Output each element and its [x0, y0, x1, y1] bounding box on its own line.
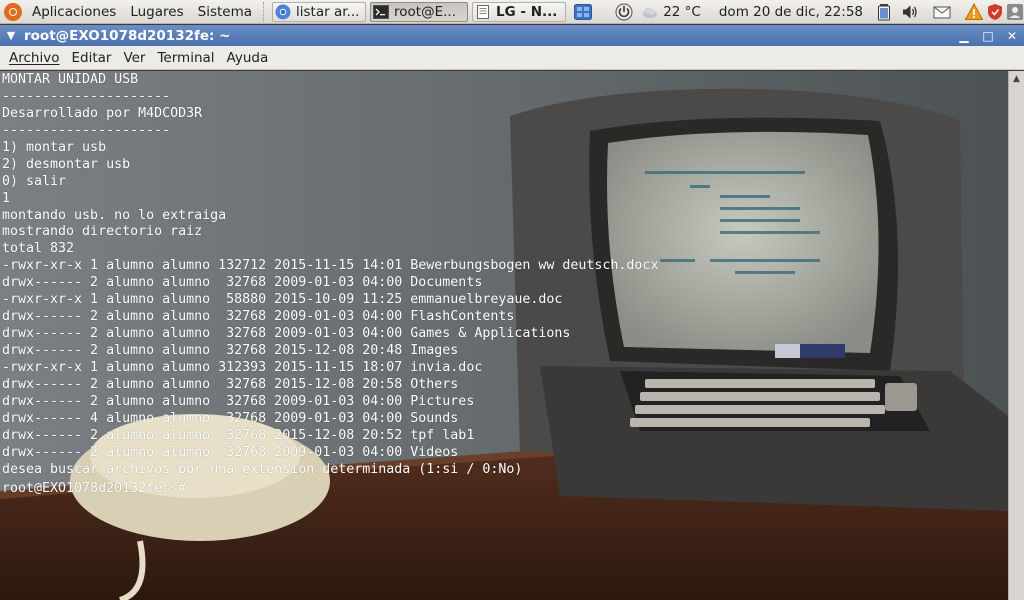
terminal-line: 2) desmontar usb [2, 156, 131, 172]
menu-editar[interactable]: Editar [65, 50, 117, 66]
update-shield-icon[interactable] [986, 3, 1004, 21]
terminal-line: Desarrollado por M4DCOD3R [2, 105, 203, 121]
top-panel: Aplicaciones Lugares Sistema listar ar..… [0, 0, 1024, 24]
terminal-line: mostrando directorio raiz [2, 224, 203, 240]
menu-terminal[interactable]: Terminal [151, 50, 220, 66]
terminal-line: -rwxr-xr-x 1 alumno alumno 312393 2015-1… [2, 359, 483, 375]
maximize-icon[interactable]: □ [976, 29, 1000, 43]
mail-icon[interactable] [933, 3, 951, 21]
close-icon[interactable]: ✕ [1000, 29, 1024, 43]
task-label: listar ar... [296, 3, 360, 20]
workspace-switcher-icon[interactable] [574, 3, 593, 21]
chrome-icon [275, 4, 291, 19]
terminal-line: 1 [2, 190, 11, 206]
terminal-line: -rwxr-xr-x 1 alumno alumno 58880 2015-10… [2, 292, 563, 308]
session-icon[interactable] [1006, 3, 1024, 21]
terminal-line: drwx------ 2 alumno alumno 32768 2015-12… [2, 343, 459, 358]
terminal-line: desea buscar archivos por una extension … [2, 461, 523, 477]
battery-icon[interactable] [875, 3, 893, 21]
system-tray: 22 °C dom 20 de dic, 22:58 [611, 0, 1024, 24]
document-icon [477, 4, 490, 19]
terminal-line: -rwxr-xr-x 1 alumno alumno 132712 2015-1… [2, 258, 659, 274]
terminal-line: drwx------ 2 alumno alumno 32768 2015-12… [2, 427, 475, 443]
weather-cloud-icon [643, 7, 658, 18]
terminal-line: drwx------ 2 alumno alumno 32768 2009-01… [2, 309, 515, 325]
menu-lugares[interactable]: Lugares [123, 0, 190, 24]
terminal-scrollbar[interactable]: ▲ [1008, 71, 1024, 600]
terminal-line: total 832 [2, 241, 75, 257]
terminal-line: montando usb. no lo extraiga [2, 207, 227, 223]
terminal-prompt-line[interactable]: root@EXO1078d20132fe:~# [2, 479, 658, 496]
terminal-output: MONTAR UNIDAD USB --------------------- De… [2, 72, 659, 496]
window-title: root@EXO1078d20132fe: ~ [24, 27, 231, 44]
terminal-line: drwx------ 2 alumno alumno 32768 2015-12… [2, 376, 459, 392]
task-label: LG - N... [496, 3, 558, 20]
menu-ayuda[interactable]: Ayuda [221, 50, 275, 66]
terminal-line: --------------------- [2, 122, 171, 138]
window-menu-chevron-down-icon[interactable]: ▼ [4, 29, 18, 42]
terminal-icon [373, 4, 390, 19]
clock[interactable]: dom 20 de dic, 22:58 [705, 4, 867, 20]
terminal-line: --------------------- [2, 88, 171, 104]
power-icon[interactable] [615, 3, 633, 21]
terminal-line: drwx------ 2 alumno alumno 32768 2009-01… [2, 326, 571, 342]
terminal-menubar: Archivo Editar Ver Terminal Ayuda [0, 46, 1024, 70]
terminal-cursor [186, 479, 194, 494]
terminal-line: 1) montar usb [2, 139, 107, 155]
ubuntu-logo-icon[interactable] [4, 2, 22, 21]
panel-separator [263, 1, 266, 22]
window-titlebar[interactable]: ▼ root@EXO1078d20132fe: ~ ▁ □ ✕ [0, 25, 1024, 46]
menu-sistema[interactable]: Sistema [191, 0, 259, 24]
terminal-prompt: root@EXO1078d20132fe:~# [2, 480, 187, 496]
scroll-up-icon[interactable]: ▲ [1009, 71, 1024, 87]
terminal-line: drwx------ 2 alumno alumno 32768 2009-01… [2, 393, 475, 409]
terminal-view[interactable]: MONTAR UNIDAD USB --------------------- De… [0, 71, 1008, 600]
terminal-line: drwx------ 2 alumno alumno 32768 2009-01… [2, 275, 483, 291]
warning-icon[interactable] [965, 2, 983, 21]
terminal-line: drwx------ 4 alumno alumno 32768 2009-01… [2, 410, 459, 426]
menu-aplicaciones[interactable]: Aplicaciones [25, 0, 123, 24]
menu-ver[interactable]: Ver [117, 50, 151, 66]
weather-temperature[interactable]: 22 °C [659, 4, 705, 20]
menu-archivo[interactable]: Archivo [3, 50, 65, 66]
terminal-line: drwx------ 2 alumno alumno 32768 2009-01… [2, 444, 459, 460]
terminal-line: MONTAR UNIDAD USB [2, 72, 139, 87]
task-label: root@E... [394, 3, 456, 20]
minimize-icon[interactable]: ▁ [952, 29, 976, 43]
task-chrome[interactable]: listar ar... [272, 1, 367, 22]
terminal-line: 0) salir [2, 173, 67, 189]
task-terminal[interactable]: root@E... [370, 1, 469, 22]
volume-icon[interactable] [901, 3, 919, 21]
task-document[interactable]: LG - N... [472, 1, 567, 22]
